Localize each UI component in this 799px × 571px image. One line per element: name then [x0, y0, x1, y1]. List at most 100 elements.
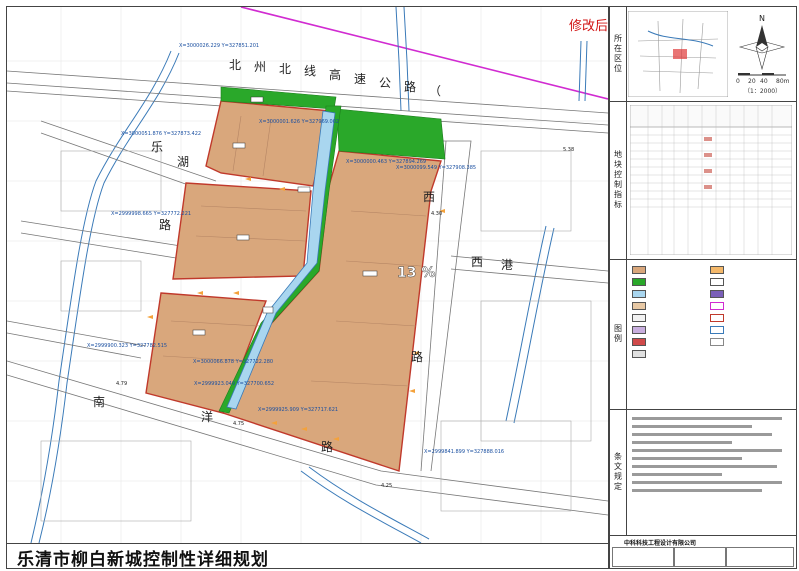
- road-label-south-b: 洋: [201, 409, 213, 424]
- company-name: 中科科技工程设计有限公司: [624, 540, 697, 547]
- coord-10: X=2999925.909 Y=327717.621: [258, 407, 338, 413]
- note-line: [632, 457, 742, 460]
- boundary-line: [240, 7, 608, 100]
- elevation-3: 4.79: [116, 381, 127, 387]
- title-block-cell: [726, 547, 794, 567]
- coord-6: X=2999998.665 Y=327772.221: [111, 211, 191, 217]
- control-indicators-section: 地块控制指标: [610, 101, 796, 260]
- plot-a: [205, 100, 332, 187]
- legend-swatch: [632, 265, 646, 274]
- note-line: [632, 433, 772, 436]
- legend-item-4: [632, 301, 649, 310]
- elevation-4: 4.75: [233, 421, 244, 427]
- note-line: [632, 449, 782, 452]
- map-drawing: 北 州 北 线 高 速 公 路 （ 乐 湖 路 南 洋 路 西 路 西 港 13…: [7, 7, 608, 543]
- coord-1: X=3000026.229 Y=327851.201: [179, 43, 259, 49]
- planning-sheet: 北 州 北 线 高 速 公 路 （ 乐 湖 路 南 洋 路 西 路 西 港 13…: [0, 0, 799, 571]
- legend-item-13: [710, 313, 727, 322]
- road-label-2: 州: [254, 60, 266, 74]
- legend-item-11: [710, 289, 727, 298]
- legend-swatch: [710, 301, 724, 310]
- road-label-mid-2: 港: [501, 258, 513, 272]
- legend-item-3: [632, 289, 649, 298]
- legend-section: 图例: [610, 259, 796, 410]
- note-line: [632, 417, 782, 420]
- notes-section-label: 条文规定: [610, 409, 627, 535]
- right-panel: 所在区位 N 0 20 40 80m （1：2000） 地块控制指标 图例 条文…: [609, 6, 797, 569]
- road-label-south-c: 路: [321, 439, 333, 454]
- scale-tick-20: 20: [748, 78, 756, 85]
- legend-item-5: [632, 313, 649, 322]
- legend-swatch: [710, 313, 724, 322]
- plan-title: 乐清市柳白新城控制性详细规划: [17, 550, 269, 570]
- elevation-5: 4.25: [381, 483, 392, 489]
- road-label-9: （: [429, 84, 441, 98]
- road-label-1: 北: [229, 58, 241, 72]
- legend-swatch: [632, 349, 646, 358]
- legend-item-1: [632, 265, 649, 274]
- revised-tag: 修改后: [569, 19, 609, 34]
- legend-item-10: [710, 277, 727, 286]
- legend-section-label: 图例: [610, 259, 627, 409]
- map-area: 北 州 北 线 高 速 公 路 （ 乐 湖 路 南 洋 路 西 路 西 港 13…: [6, 6, 609, 544]
- road-label-west-1: 乐: [151, 140, 163, 154]
- road-label-4: 线: [304, 64, 316, 78]
- road-label-mid: 西: [471, 255, 483, 269]
- elevation-1: 5.38: [563, 147, 574, 153]
- legend-item-14: [710, 325, 727, 334]
- road-label-6: 速: [354, 72, 366, 86]
- road-label-8: 路: [404, 79, 416, 94]
- legend-swatch: [710, 325, 724, 334]
- legend-swatch: [632, 301, 646, 310]
- road-label-east: 西: [423, 190, 435, 204]
- coord-3: X=3000001.626 Y=327969.002: [259, 119, 339, 125]
- title-block-cell: [612, 547, 674, 567]
- title-block-cell: [674, 547, 726, 567]
- legend-swatch: [710, 337, 724, 346]
- location-section-label: 所在区位: [610, 7, 627, 101]
- legend-swatch: [710, 265, 724, 274]
- location-map: [628, 11, 728, 97]
- road-label-7: 公: [379, 76, 391, 90]
- road-label-east-2: 路: [411, 349, 423, 364]
- note-line: [632, 473, 722, 476]
- coord-7: X=2999900.323 Y=327782.515: [87, 343, 167, 349]
- title-bar: 乐清市柳白新城控制性详细规划: [6, 543, 609, 570]
- note-line: [632, 481, 782, 484]
- note-line: [632, 489, 762, 492]
- north-arrow-and-scale: N 0 20 40 80m （1：2000）: [736, 14, 790, 95]
- legend-item-2: [632, 277, 649, 286]
- plot-b: [172, 182, 312, 280]
- road-label-south-a: 南: [93, 394, 105, 409]
- legend-item-6: [632, 325, 649, 334]
- scale-tick-80: 80m: [776, 78, 790, 85]
- legend-item-15: [710, 337, 727, 346]
- note-line: [632, 465, 777, 468]
- title-block: 中科科技工程设计有限公司: [610, 535, 796, 568]
- note-line: [632, 441, 732, 444]
- coord-9: X=2999923.049 Y=327700.652: [194, 381, 274, 387]
- coord-8: X=3000066.878 Y=327722.280: [193, 359, 273, 365]
- legend-item-8: [632, 349, 649, 358]
- location-section: 所在区位 N 0 20 40 80m （1：2000）: [610, 7, 796, 102]
- scale-ratio: （1：2000）: [744, 88, 781, 95]
- legend-swatch: [632, 277, 646, 286]
- elevation-2: 4.30: [431, 211, 442, 217]
- road-label-5: 高: [329, 67, 341, 82]
- coord-5: X=3000099.549 Y=327908.385: [396, 165, 476, 171]
- north-label: N: [759, 14, 765, 23]
- legend-swatch: [632, 289, 646, 298]
- note-line: [632, 425, 752, 428]
- legend-swatch: [632, 337, 646, 346]
- legend-item-9: [710, 265, 727, 274]
- control-section-label: 地块控制指标: [610, 101, 627, 259]
- coord-11: X=2999841.899 Y=327888.016: [424, 449, 504, 455]
- scale-tick-0: 0: [736, 78, 740, 85]
- road-label-west-2: 湖: [177, 154, 189, 169]
- legend-swatch: [710, 277, 724, 286]
- percent-label: 13 %: [397, 265, 435, 281]
- legend-swatch: [710, 289, 724, 298]
- scale-tick-40: 40: [760, 78, 768, 85]
- road-label-3: 北: [279, 62, 291, 76]
- legend-swatch: [632, 325, 646, 334]
